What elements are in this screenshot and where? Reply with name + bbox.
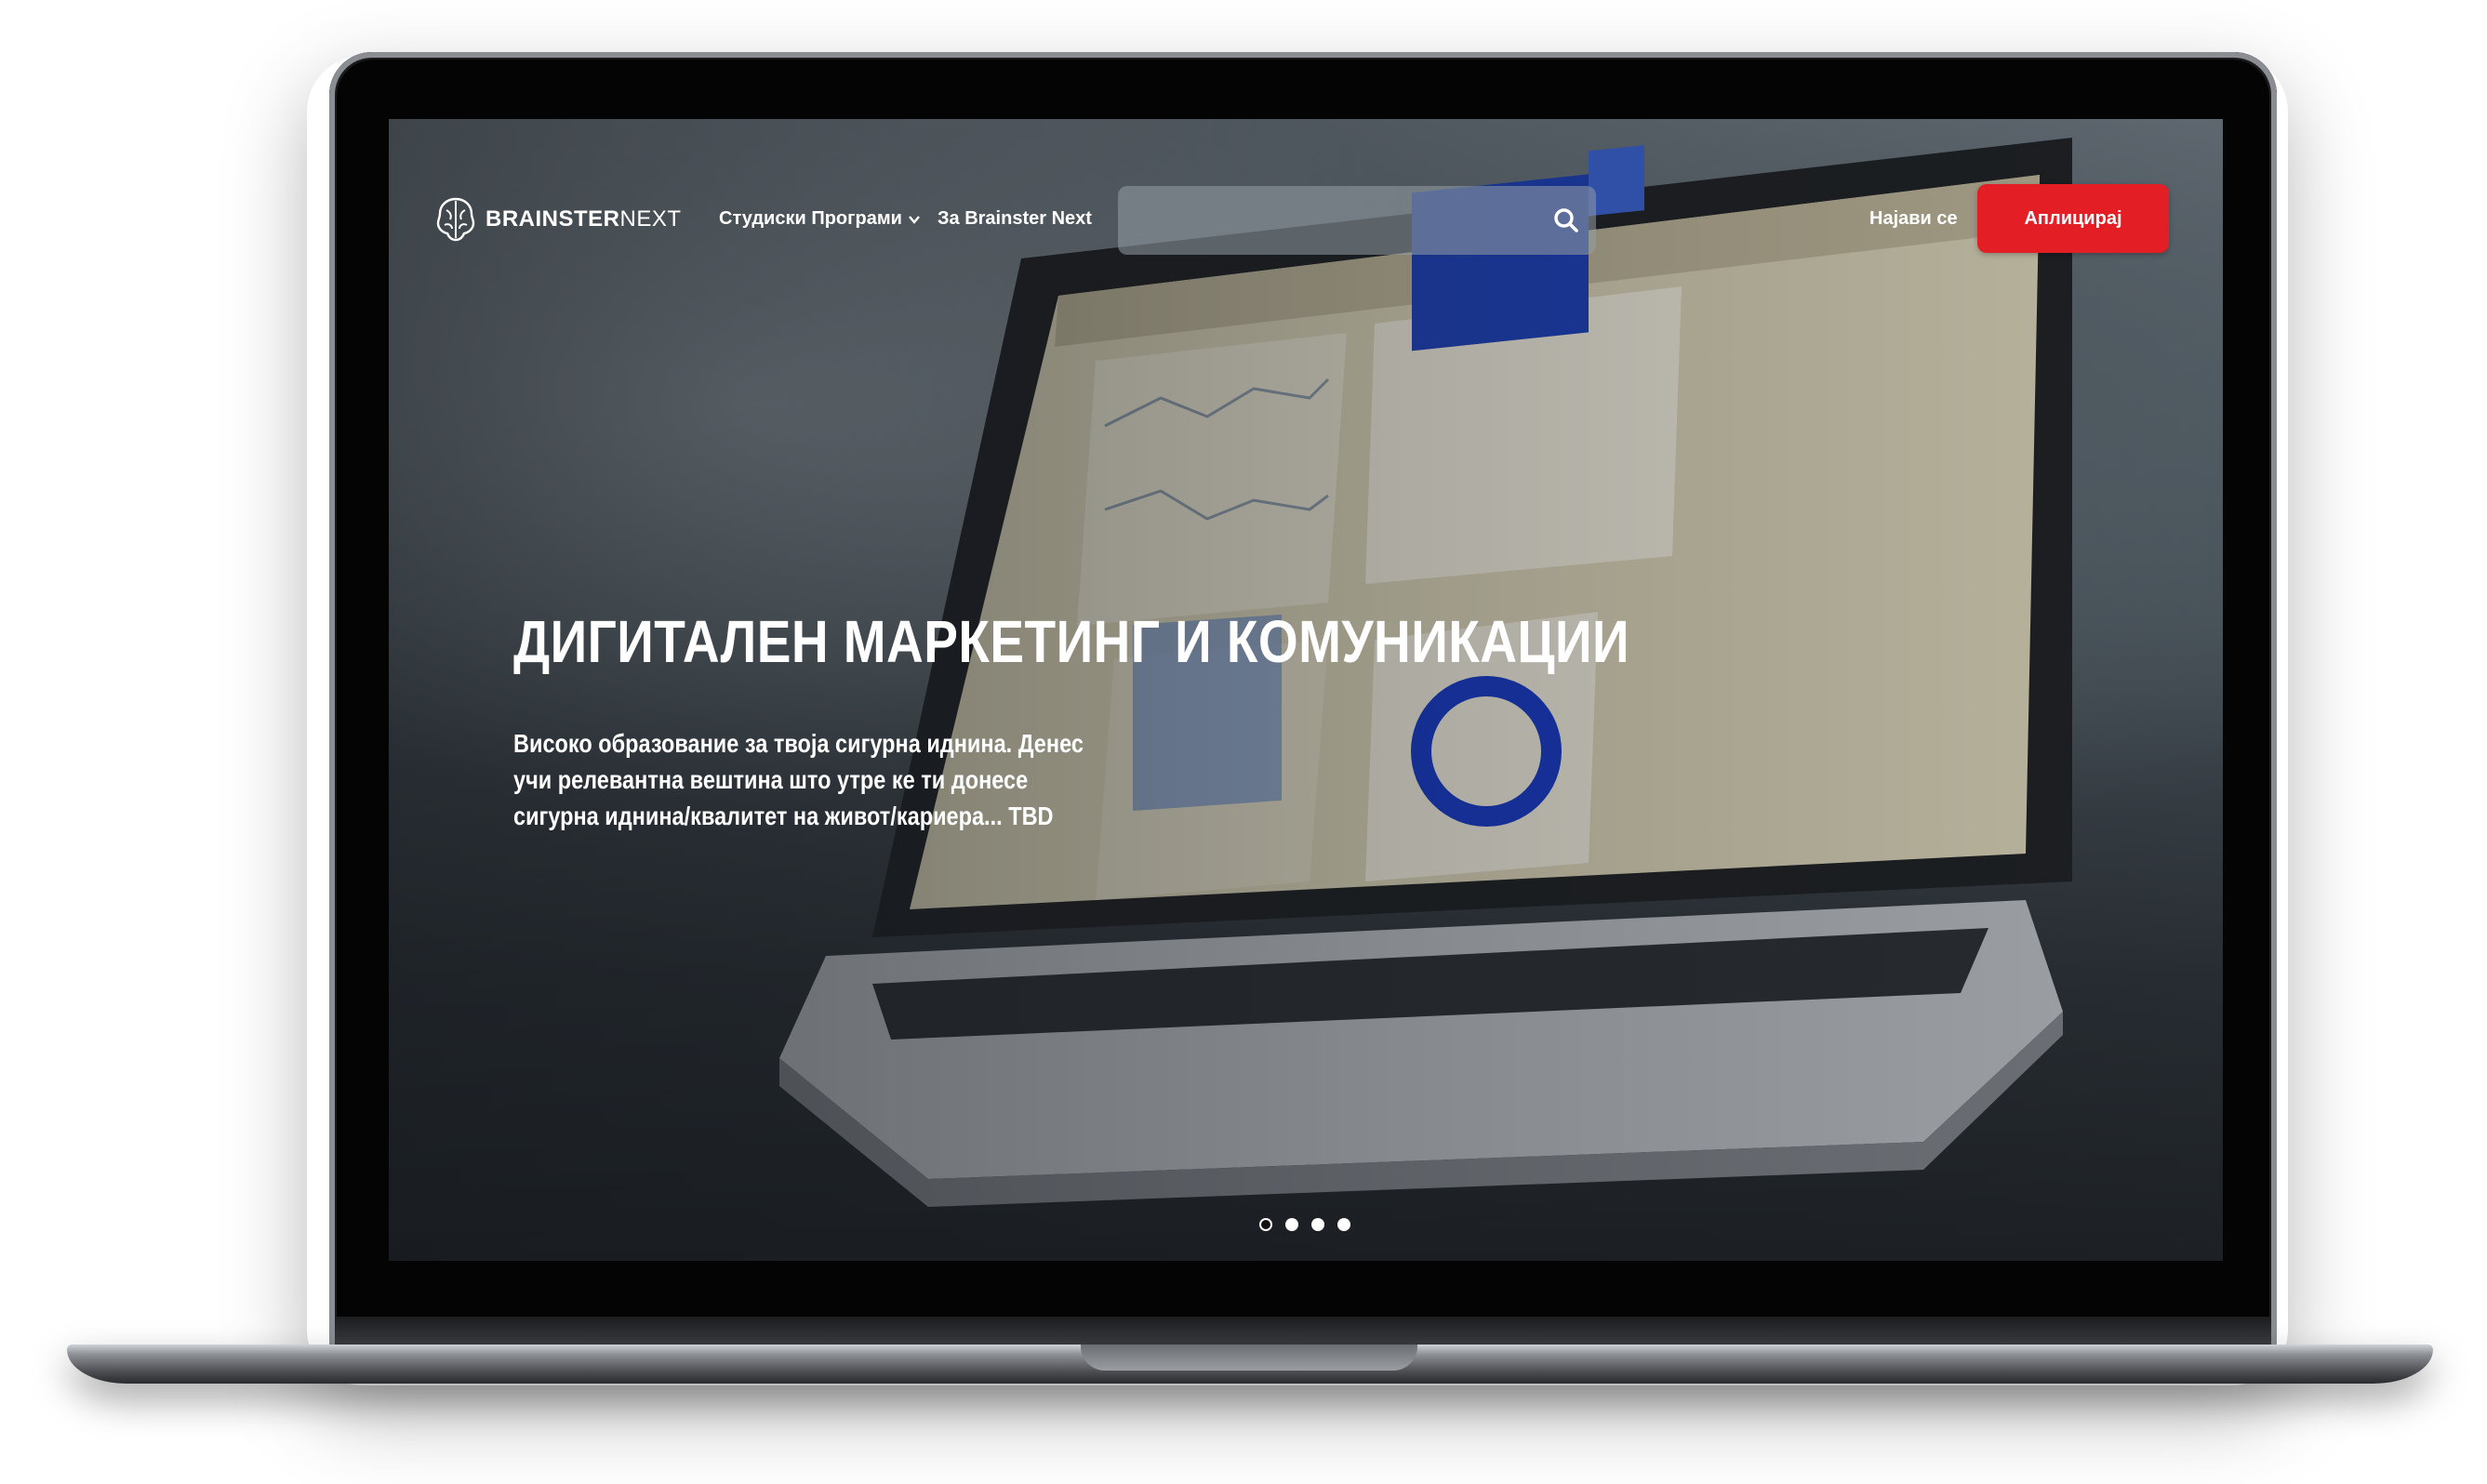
hero-subtitle: Високо образование за твоја сигурна идни… <box>513 729 1084 830</box>
nav-study-programs-label: Студиски Програми <box>719 208 902 229</box>
nav-study-programs-dropdown[interactable]: Студиски Програми <box>719 208 921 230</box>
carousel-dot[interactable] <box>1337 1218 1350 1231</box>
carousel-dot[interactable] <box>1285 1218 1298 1231</box>
search-icon[interactable] <box>1553 207 1579 233</box>
carousel-pagination <box>1259 1218 1350 1231</box>
carousel-dot[interactable] <box>1259 1218 1272 1231</box>
login-link[interactable]: Најави се <box>1869 208 1958 230</box>
laptop-chin <box>335 1317 2271 1345</box>
carousel-dot[interactable] <box>1311 1218 1324 1231</box>
search-bar <box>1118 186 1596 257</box>
chevron-down-icon <box>908 215 920 224</box>
laptop-screen: BRAINSTERNEXT Студиски Програми За Brain… <box>389 119 2223 1261</box>
logo-wordmark: BRAINSTERNEXT <box>485 206 682 232</box>
top-navbar: BRAINSTERNEXT Студиски Програми За Brain… <box>389 119 2223 286</box>
hero-title: ДИГИТАЛЕН МАРКЕТИНГ И КОМУНИКАЦИИ <box>513 608 1630 675</box>
apply-button[interactable]: Аплицирај <box>1977 184 2169 253</box>
search-input[interactable] <box>1137 186 1540 257</box>
laptop-notch <box>1081 1345 1417 1371</box>
hero-overlay <box>389 119 2223 1261</box>
nav-about-link[interactable]: За Brainster Next <box>938 208 1092 230</box>
brainster-next-logo[interactable]: BRAINSTERNEXT <box>435 195 682 244</box>
brain-icon <box>436 197 475 242</box>
nav-about-label: За Brainster Next <box>938 208 1092 229</box>
